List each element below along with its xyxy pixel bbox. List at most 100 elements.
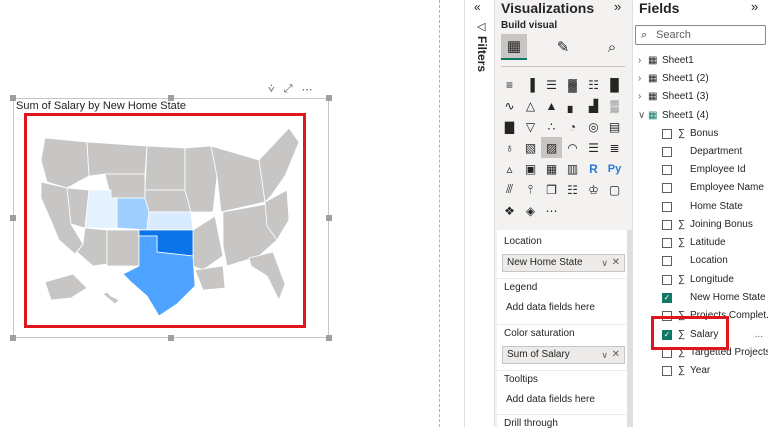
table-sheet1-2[interactable]: › ▦ Sheet1 (2) (633, 70, 768, 88)
format-visual-tab-icon[interactable]: ✎ (550, 34, 576, 60)
chevron-down-icon[interactable]: ∨ (601, 347, 608, 363)
sigma-icon: ∑ (678, 219, 686, 230)
field-longitude[interactable]: ∑ Longitude (633, 271, 768, 289)
power-automate-icon[interactable]: ◈ (520, 200, 541, 221)
treemap-icon[interactable]: ▤ (604, 116, 625, 137)
power-apps-icon[interactable]: ❖ (499, 200, 520, 221)
scatter-chart-icon[interactable]: ∴ (541, 116, 562, 137)
resize-handle[interactable] (10, 95, 16, 101)
matrix-icon[interactable]: ▥ (562, 158, 583, 179)
filled-map-icon[interactable]: ▧ (520, 137, 541, 158)
clustered-bar-chart-icon[interactable]: ☰ (541, 74, 562, 95)
card-icon[interactable]: ☰ (583, 137, 604, 158)
color-saturation-well[interactable]: Sum of Salary ∨ ✕ (502, 346, 625, 364)
multi-row-card-icon[interactable]: ≣ (604, 137, 625, 158)
table-sheet1[interactable]: › ▦ Sheet1 (633, 52, 768, 70)
more-options-icon[interactable]: ... (755, 326, 763, 344)
chevron-right-icon[interactable]: › (638, 70, 641, 88)
fields-search-input[interactable]: ⌕ Search (635, 25, 766, 45)
field-checkbox-checked[interactable]: ✓ (662, 293, 672, 303)
field-bonus[interactable]: ∑ Bonus (633, 125, 768, 143)
tooltips-well[interactable]: Add data fields here (502, 392, 625, 410)
field-location[interactable]: Location (633, 252, 768, 270)
kpi-icon[interactable]: ▵ (499, 158, 520, 179)
remove-field-icon[interactable]: ✕ (612, 255, 620, 271)
100-stacked-column-icon[interactable]: █ (604, 74, 625, 95)
resize-handle[interactable] (326, 95, 332, 101)
resize-handle[interactable] (10, 215, 16, 221)
collapse-fields-icon[interactable]: » (751, 0, 758, 14)
field-checkbox[interactable] (662, 220, 672, 230)
field-checkbox[interactable] (662, 165, 672, 175)
field-checkbox[interactable] (662, 183, 672, 193)
more-options-icon[interactable]: ⋯ (302, 83, 313, 96)
python-visual-icon[interactable]: Py (604, 158, 625, 179)
field-home-state[interactable]: Home State (633, 198, 768, 216)
focus-mode-icon[interactable]: ⤢ (284, 83, 293, 96)
field-checkbox[interactable] (662, 238, 672, 248)
table-sheet1-4[interactable]: ∨ ▦ Sheet1 (4) (633, 107, 768, 125)
shape-map-icon[interactable]: ▨ (541, 137, 562, 158)
line-column-icon[interactable]: ▖ (562, 95, 583, 116)
filter-funnel-icon: ◁ (477, 21, 486, 33)
decomposition-tree-icon[interactable]: ⫯ (520, 179, 541, 200)
remove-field-icon[interactable]: ✕ (612, 347, 620, 363)
chevron-down-icon[interactable]: ∨ (638, 107, 645, 125)
field-latitude[interactable]: ∑ Latitude (633, 234, 768, 252)
field-checkbox[interactable] (662, 147, 672, 157)
field-new-home-state[interactable]: ✓ New Home State (633, 289, 768, 307)
r-visual-icon[interactable]: R (583, 158, 604, 179)
line-chart-icon[interactable]: ∿ (499, 95, 520, 116)
slicer-icon[interactable]: ▣ (520, 158, 541, 179)
resize-handle[interactable] (168, 335, 174, 341)
field-checkbox[interactable] (662, 366, 672, 376)
stacked-column-chart-icon[interactable]: ▐ (520, 74, 541, 95)
key-influencers-icon[interactable]: ⫻ (499, 179, 520, 200)
expand-filters-chevron-icon[interactable]: « (474, 0, 481, 14)
field-checkbox[interactable] (662, 129, 672, 139)
waterfall-chart-icon[interactable]: ▇ (499, 116, 520, 137)
table-sheet1-3[interactable]: › ▦ Sheet1 (3) (633, 88, 768, 106)
build-visual-tab-icon[interactable]: ▦ (501, 34, 527, 60)
field-checkbox[interactable] (662, 256, 672, 266)
filters-pane-collapsed[interactable]: « ◁ Filters (464, 0, 494, 427)
field-checkbox[interactable] (662, 202, 672, 212)
area-chart-icon[interactable]: △ (520, 95, 541, 116)
clustered-column-chart-icon[interactable]: ▓ (562, 74, 583, 95)
filters-label[interactable]: Filters (475, 36, 489, 72)
pie-chart-icon[interactable]: ◔ (562, 116, 583, 137)
table-icon[interactable]: ▦ (541, 158, 562, 179)
field-department[interactable]: Department (633, 143, 768, 161)
100-stacked-bar-icon[interactable]: ☷ (583, 74, 604, 95)
chevron-right-icon[interactable]: › (638, 52, 641, 70)
narrative-icon[interactable]: ☷ (562, 179, 583, 200)
location-well[interactable]: New Home State ∨ ✕ (502, 254, 625, 272)
paginated-report-icon[interactable]: ▢ (604, 179, 625, 200)
donut-chart-icon[interactable]: ◎ (583, 116, 604, 137)
field-year[interactable]: ∑ Year (633, 362, 768, 380)
resize-handle[interactable] (326, 215, 332, 221)
field-joining-bonus[interactable]: ∑ Joining Bonus (633, 216, 768, 234)
chevron-down-icon[interactable]: ∨ (601, 255, 608, 271)
resize-handle[interactable] (168, 95, 174, 101)
collapse-visualizations-icon[interactable]: » (614, 0, 621, 14)
resize-handle[interactable] (10, 335, 16, 341)
line-clustered-column-icon[interactable]: ▟ (583, 95, 604, 116)
more-visuals-icon[interactable]: ⋯ (541, 200, 562, 221)
analytics-tab-icon[interactable]: ⌕ (599, 34, 625, 60)
field-checkbox[interactable] (662, 275, 672, 285)
field-employee-id[interactable]: Employee Id (633, 161, 768, 179)
filter-icon[interactable]: ⩒ (268, 83, 275, 96)
gauge-icon[interactable]: ◠ (562, 137, 583, 158)
chevron-right-icon[interactable]: › (638, 88, 641, 106)
map-icon[interactable]: ♁ (499, 137, 520, 158)
resize-handle[interactable] (326, 335, 332, 341)
funnel-chart-icon[interactable]: ▽ (520, 116, 541, 137)
ribbon-chart-icon[interactable]: ▒ (604, 95, 625, 116)
field-employee-name[interactable]: Employee Name (633, 179, 768, 197)
qa-visual-icon[interactable]: ❐ (541, 179, 562, 200)
goals-icon[interactable]: ♔ (583, 179, 604, 200)
stacked-area-icon[interactable]: ▲ (541, 95, 562, 116)
stacked-bar-chart-icon[interactable]: ≡ (499, 74, 520, 95)
legend-well[interactable]: Add data fields here (502, 300, 625, 318)
